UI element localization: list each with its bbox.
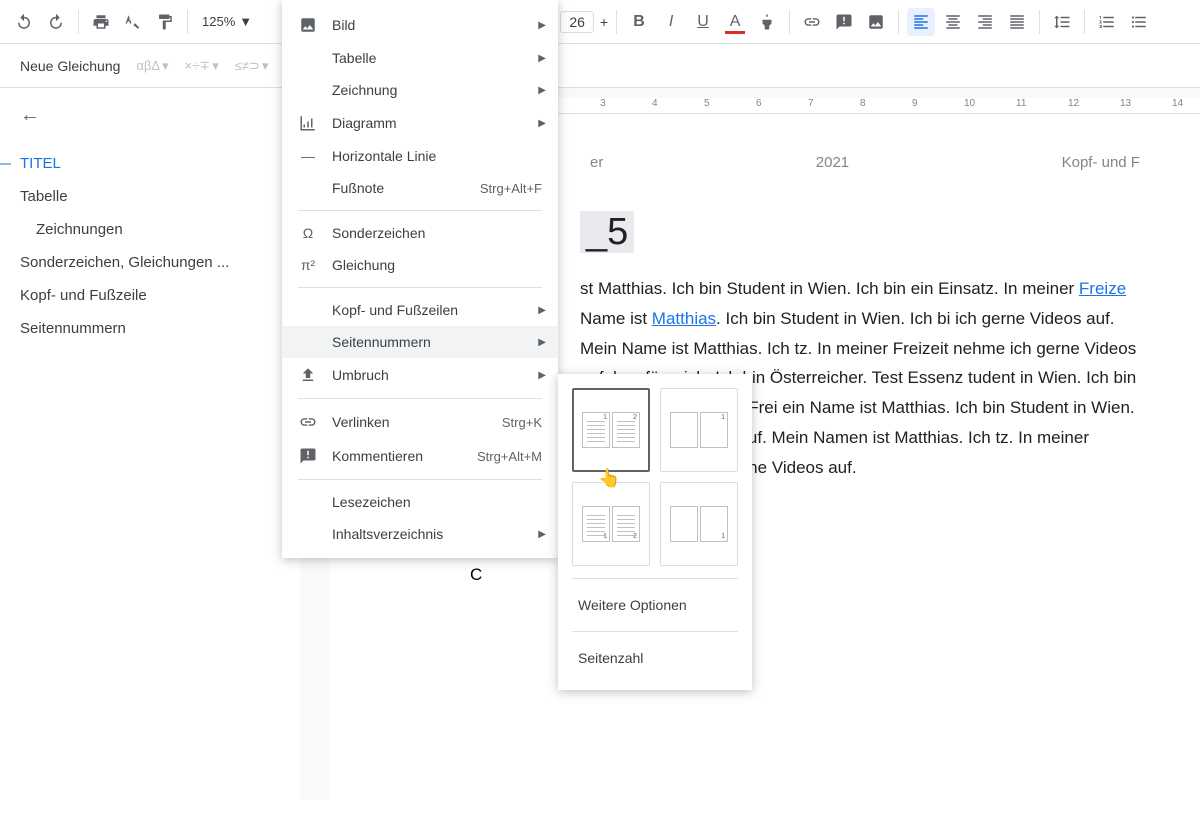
redo-button[interactable] bbox=[42, 8, 70, 36]
link-button[interactable] bbox=[798, 8, 826, 36]
spellcheck-button[interactable] bbox=[119, 8, 147, 36]
outline-item[interactable]: Zeichnungen bbox=[20, 213, 280, 246]
menu-kommentieren[interactable]: KommentierenStrg+Alt+M bbox=[282, 439, 558, 473]
menu-verlinken[interactable]: VerlinkenStrg+K bbox=[282, 405, 558, 439]
highlight-button[interactable] bbox=[753, 8, 781, 36]
insert-menu: Bild▶ Tabelle▶ Zeichnung▶ Diagramm▶ —Hor… bbox=[282, 0, 558, 558]
underline-button[interactable]: U bbox=[689, 8, 717, 36]
align-right-button[interactable] bbox=[971, 8, 999, 36]
align-center-button[interactable] bbox=[939, 8, 967, 36]
pn-option-footer-skip[interactable]: 1 bbox=[660, 482, 738, 566]
menu-kopf[interactable]: Kopf- und Fußzeilen▶ bbox=[282, 294, 558, 326]
document-title[interactable]: _5 bbox=[580, 211, 1140, 254]
menu-fussnote[interactable]: FußnoteStrg+Alt+F bbox=[282, 172, 558, 204]
comment-button[interactable] bbox=[830, 8, 858, 36]
menu-lesezeichen[interactable]: Lesezeichen bbox=[282, 486, 558, 518]
line-spacing-button[interactable] bbox=[1048, 8, 1076, 36]
outline-panel: ← TITEL Tabelle Zeichnungen Sonderzeiche… bbox=[0, 88, 300, 800]
paint-format-button[interactable] bbox=[151, 8, 179, 36]
relations-button[interactable]: ≤≠⊃ ▾ bbox=[235, 58, 269, 74]
main-toolbar: 125% ▼ − 26 + B I U A bbox=[0, 0, 1200, 44]
outline-title[interactable]: TITEL bbox=[20, 147, 280, 180]
align-left-button[interactable] bbox=[907, 8, 935, 36]
new-equation-button[interactable]: Neue Gleichung bbox=[20, 58, 120, 74]
menu-diagramm[interactable]: Diagramm▶ bbox=[282, 106, 558, 140]
align-justify-button[interactable] bbox=[1003, 8, 1031, 36]
equation-toolbar: Neue Gleichung αβΔ ▾ ×÷∓ ▾ ≤≠⊃ ▾ bbox=[0, 44, 1200, 88]
bulleted-list-button[interactable] bbox=[1125, 8, 1153, 36]
operators-button[interactable]: ×÷∓ ▾ bbox=[185, 58, 219, 74]
menu-seitennummern[interactable]: Seitennummern▶ bbox=[282, 326, 558, 358]
zoom-select[interactable]: 125% ▼ bbox=[196, 14, 258, 29]
outline-back-button[interactable]: ← bbox=[20, 104, 280, 127]
text-color-button[interactable]: A bbox=[721, 8, 749, 36]
outline-item[interactable]: Sonderzeichen, Gleichungen ... bbox=[20, 246, 280, 279]
italic-button[interactable]: I bbox=[657, 8, 685, 36]
menu-umbruch[interactable]: Umbruch▶ bbox=[282, 358, 558, 392]
outline-item[interactable]: Kopf- und Fußzeile bbox=[20, 279, 280, 312]
menu-sonderzeichen[interactable]: ΩSonderzeichen bbox=[282, 217, 558, 249]
menu-inhalt[interactable]: Inhaltsverzeichnis▶ bbox=[282, 518, 558, 550]
menu-gleichung[interactable]: π²Gleichung bbox=[282, 249, 558, 281]
menu-tabelle[interactable]: Tabelle▶ bbox=[282, 42, 558, 74]
image-button[interactable] bbox=[862, 8, 890, 36]
pn-option-footer-all[interactable]: 1 2 bbox=[572, 482, 650, 566]
undo-button[interactable] bbox=[10, 8, 38, 36]
pn-option-header-skip[interactable]: 1 bbox=[660, 388, 738, 472]
pn-option-header-all[interactable]: 1 2 bbox=[572, 388, 650, 472]
pn-more-options[interactable]: Weitere Optionen bbox=[572, 587, 738, 623]
greek-letters-button[interactable]: αβΔ ▾ bbox=[136, 58, 168, 74]
numbered-list-button[interactable] bbox=[1093, 8, 1121, 36]
menu-bild[interactable]: Bild▶ bbox=[282, 8, 558, 42]
menu-hline[interactable]: —Horizontale Linie bbox=[282, 140, 558, 172]
outline-item[interactable]: Seitennummern bbox=[20, 312, 280, 345]
print-button[interactable] bbox=[87, 8, 115, 36]
menu-zeichnung[interactable]: Zeichnung▶ bbox=[282, 74, 558, 106]
outline-item[interactable]: Tabelle bbox=[20, 180, 280, 213]
pn-page-count[interactable]: Seitenzahl bbox=[572, 640, 738, 676]
bold-button[interactable]: B bbox=[625, 8, 653, 36]
page-numbers-submenu: 1 2 1 1 2 1 Weitere Optionen Seitenzahl bbox=[558, 374, 752, 690]
